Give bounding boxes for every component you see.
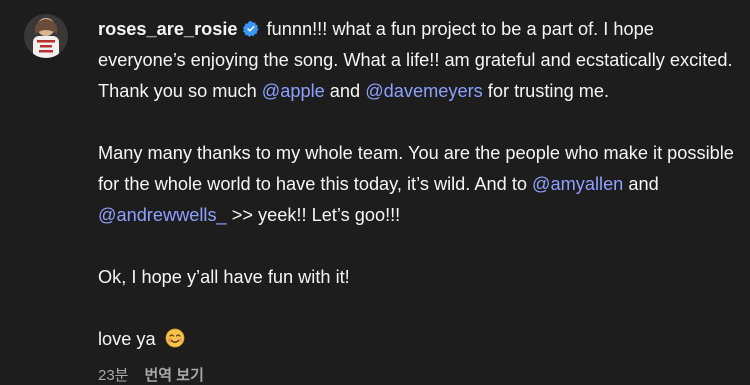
comment-meta: 23분 번역 보기	[98, 364, 736, 385]
see-translation-button[interactable]: 번역 보기	[145, 364, 204, 385]
comment-paragraph-3: Ok, I hope y’all have fun with it!	[98, 267, 350, 287]
paragraph-4-text: love ya	[98, 329, 161, 349]
mention-davemeyers-link[interactable]: @davemeyers	[365, 81, 483, 101]
verified-badge-icon	[242, 17, 260, 37]
comment-paragraph-1: roses_are_rosie funnn!!! what a fun proj…	[98, 14, 736, 107]
mention-andrewwells-link[interactable]: @andrewwells_	[98, 205, 227, 225]
comment-paragraph-2: Many many thanks to my whole team. You a…	[98, 138, 736, 231]
mention-apple-link[interactable]: @apple	[262, 81, 325, 101]
smiling-face-icon	[165, 327, 185, 348]
comment-body: roses_are_rosie funnn!!! what a fun proj…	[98, 14, 736, 385]
comment-text: roses_are_rosie funnn!!! what a fun proj…	[98, 14, 736, 355]
comment-paragraph-4: love ya	[98, 324, 736, 355]
paragraph-1-text-3: for trusting me.	[482, 81, 610, 101]
comment: roses_are_rosie funnn!!! what a fun proj…	[24, 14, 736, 385]
avatar[interactable]	[24, 14, 68, 58]
paragraph-2-text-3: >> yeek!! Let’s goo!!!	[226, 205, 401, 225]
mention-amyallen-link[interactable]: @amyallen	[532, 174, 623, 194]
paragraph-2-text-2: and	[623, 174, 659, 194]
timestamp[interactable]: 23분	[98, 364, 129, 385]
avatar-image	[24, 14, 68, 58]
paragraph-1-text-2: and	[324, 81, 366, 101]
username-link[interactable]: roses_are_rosie	[98, 19, 238, 39]
